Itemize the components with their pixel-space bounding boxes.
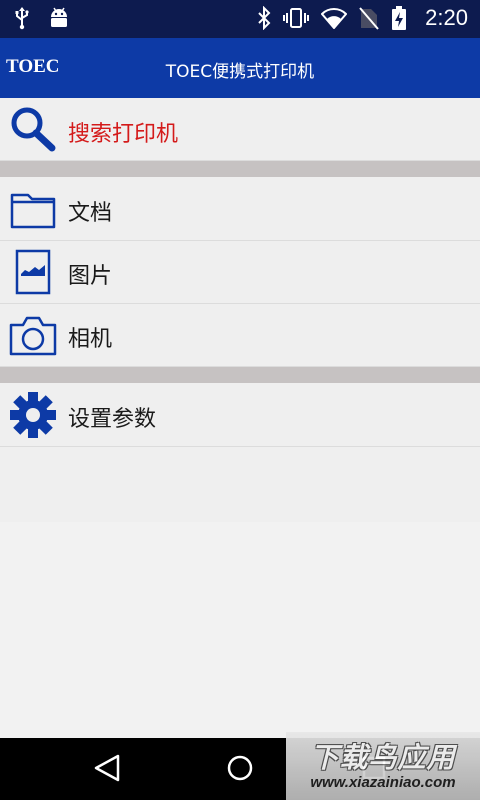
watermark-url: www.xiazainiao.com — [310, 774, 456, 791]
search-printer-button[interactable]: 搜索打印机 — [0, 98, 480, 161]
section-divider — [0, 367, 480, 383]
battery-charging-icon — [392, 6, 407, 30]
android-icon — [51, 7, 67, 27]
status-left-icons — [14, 6, 70, 30]
section-divider — [0, 161, 480, 177]
clock: 2:20 — [425, 5, 468, 30]
app-bar: TOEC TOEC便携式打印机 — [0, 38, 480, 98]
camera-label: 相机 — [68, 327, 113, 352]
bluetooth-icon — [258, 6, 271, 30]
back-icon[interactable] — [92, 752, 122, 784]
watermark: 下载鸟应用 www.xiazainiao.com — [286, 732, 480, 800]
folder-icon — [10, 193, 56, 229]
gear-icon — [10, 392, 56, 438]
camera-icon — [9, 316, 57, 356]
image-icon — [15, 249, 51, 295]
main-content: 搜索打印机 文档 图片 相机 设置参数 — [0, 98, 480, 738]
search-icon — [11, 107, 56, 152]
camera-button[interactable]: 相机 — [0, 304, 480, 367]
wifi-icon — [321, 8, 348, 29]
documents-button[interactable]: 文档 — [0, 178, 480, 241]
documents-label: 文档 — [68, 201, 113, 226]
vibrate-icon — [283, 8, 310, 28]
home-icon[interactable] — [224, 752, 256, 784]
settings-label: 设置参数 — [68, 407, 157, 432]
pictures-button[interactable]: 图片 — [0, 241, 480, 304]
status-bar: 2:20 — [0, 0, 480, 38]
app-title: TOEC便携式打印机 — [165, 62, 315, 82]
no-sim-icon — [359, 7, 379, 30]
search-printer-label: 搜索打印机 — [68, 122, 179, 147]
pictures-label: 图片 — [68, 264, 113, 289]
watermark-title: 下载鸟应用 — [310, 741, 456, 774]
settings-button[interactable]: 设置参数 — [0, 384, 480, 447]
status-right-icons: 2:20 — [257, 5, 468, 31]
usb-icon — [15, 7, 29, 30]
